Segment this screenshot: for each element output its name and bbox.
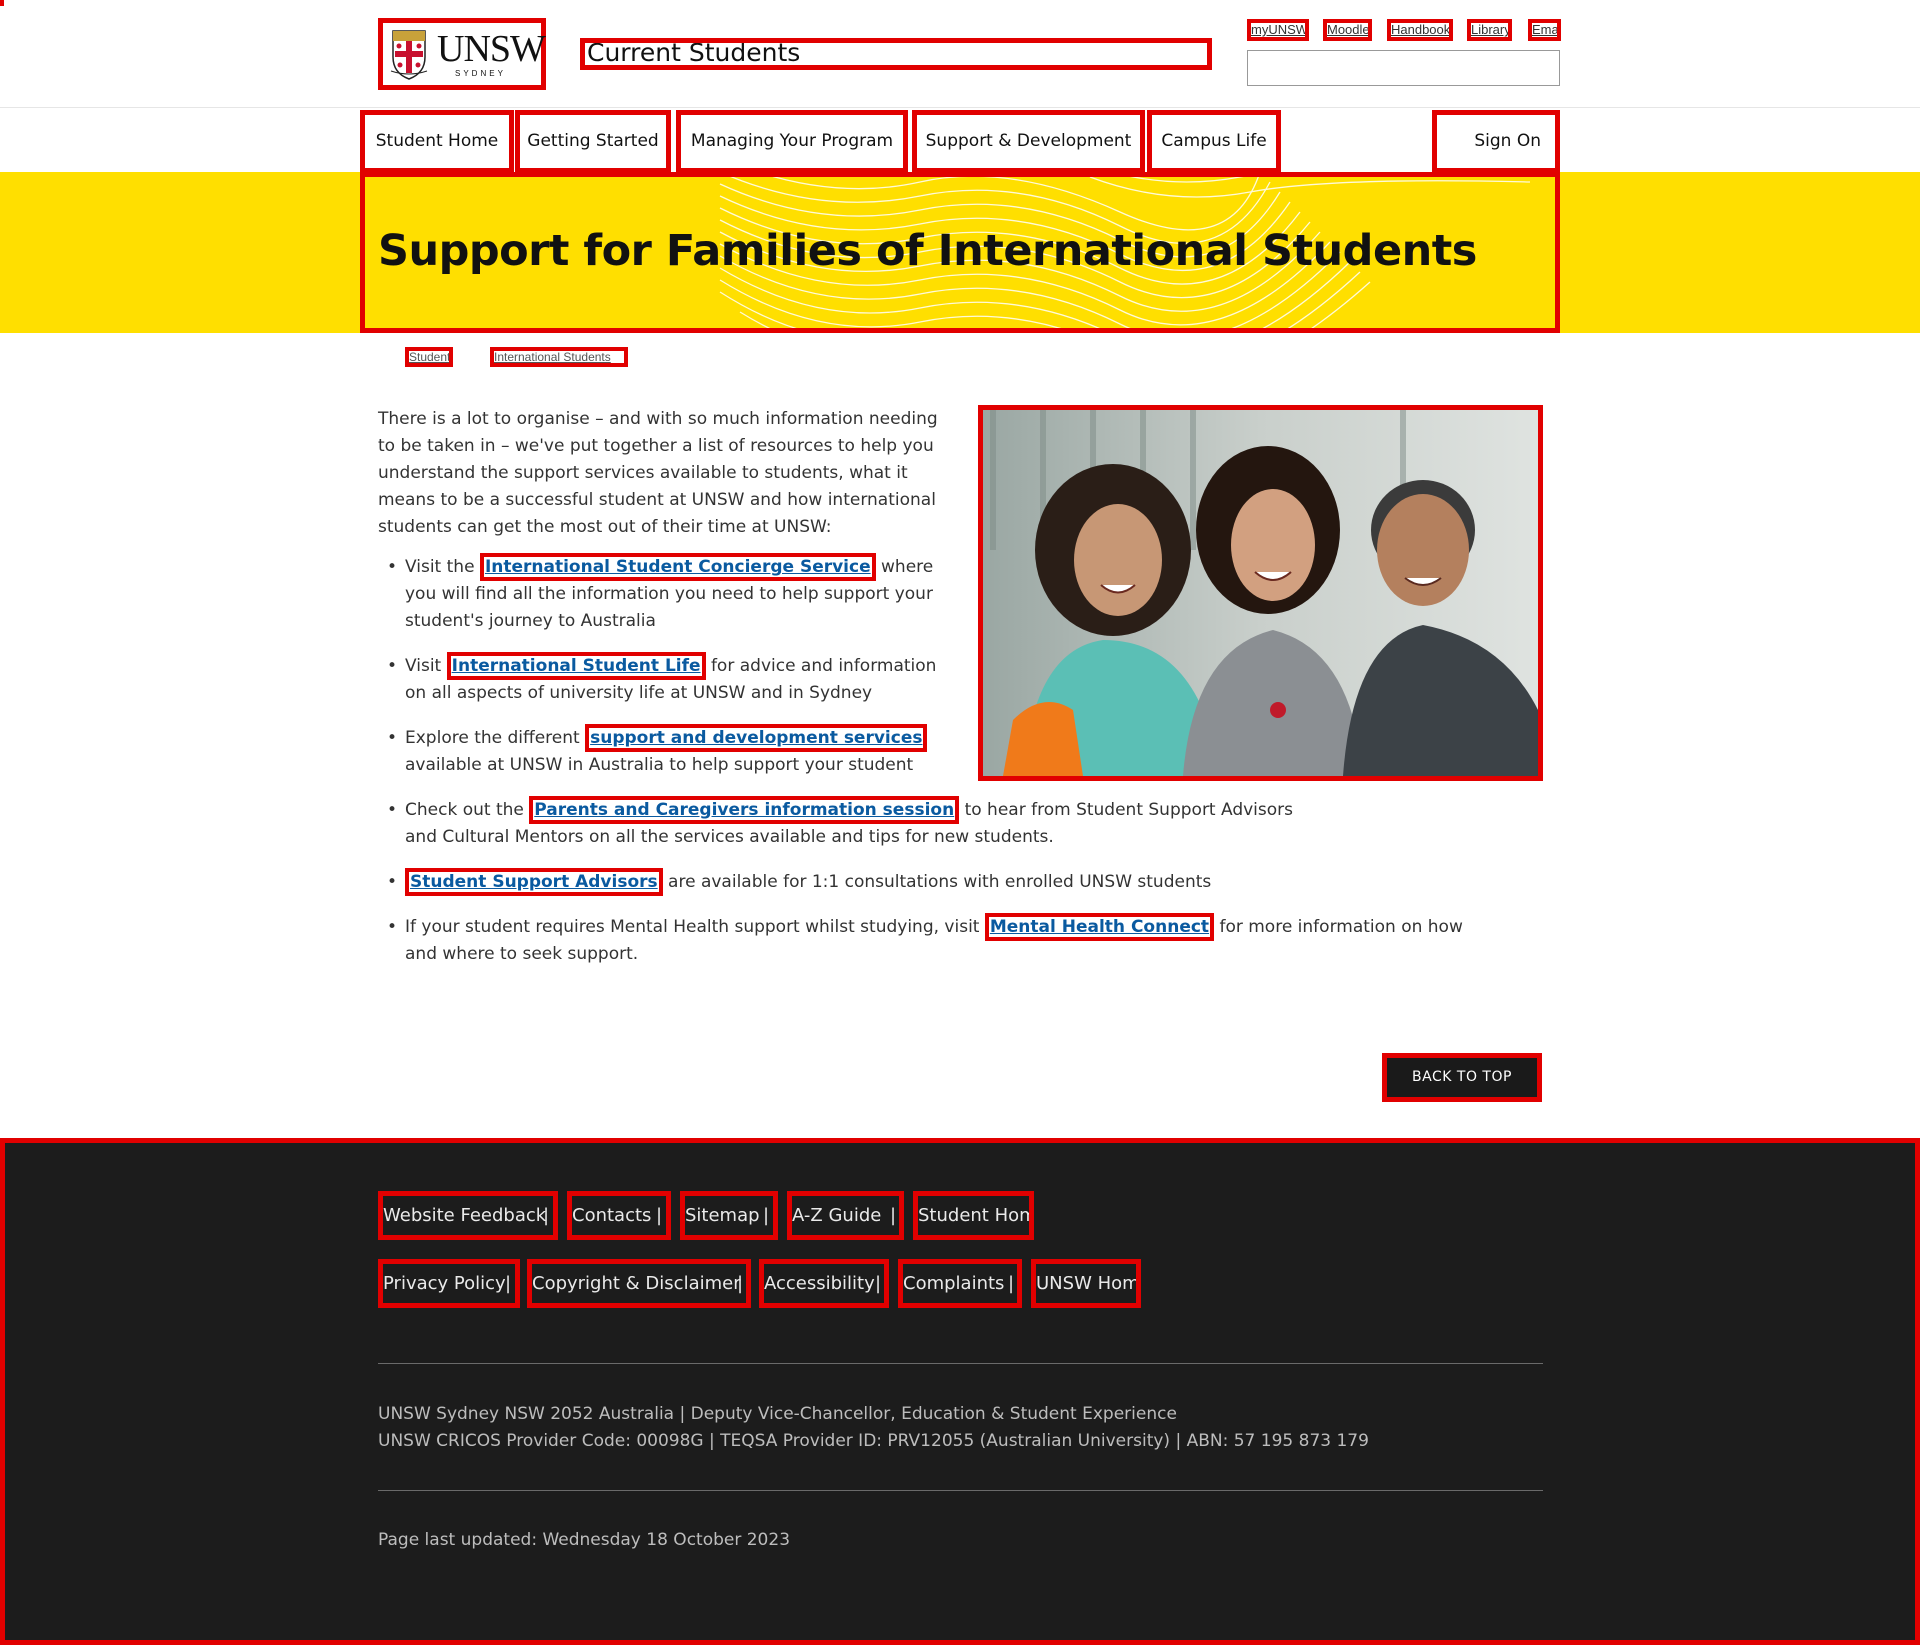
nav-support-development[interactable]: Support & Development xyxy=(912,110,1145,173)
footer-link-label: Privacy Policy xyxy=(383,1273,506,1294)
nav-managing-your-program[interactable]: Managing Your Program xyxy=(676,110,908,173)
footer-link-label: Accessibility xyxy=(764,1273,875,1294)
footer-divider xyxy=(378,1490,1543,1491)
footer-link-label: Contacts xyxy=(572,1205,652,1226)
footer-separator: | xyxy=(543,1205,550,1226)
footer-separator: | xyxy=(737,1273,744,1294)
link-parents-info-session[interactable]: Parents and Caregivers information sessi… xyxy=(529,796,960,824)
search-input[interactable] xyxy=(1247,50,1560,86)
sign-on-button[interactable]: Sign On xyxy=(1432,110,1560,173)
crest-icon xyxy=(389,27,429,81)
breadcrumb-international-students[interactable]: International Students xyxy=(490,347,628,367)
footer-separator: | xyxy=(1008,1273,1015,1294)
unsw-logo[interactable]: UNSW SYDNEY xyxy=(378,18,546,90)
footer-address: UNSW Sydney NSW 2052 Australia | Deputy … xyxy=(378,1404,1177,1424)
family-photo xyxy=(978,405,1543,781)
list-item-text: Visit xyxy=(405,656,447,676)
footer-link-complaints[interactable]: Complaints xyxy=(898,1259,1022,1308)
list-item-text: available at UNSW in Australia to help s… xyxy=(405,755,914,775)
nav-campus-life[interactable]: Campus Life xyxy=(1147,110,1281,173)
list-item-text: Check out the xyxy=(405,800,530,820)
footer-provider-codes: UNSW CRICOS Provider Code: 00098G | TEQS… xyxy=(378,1431,1369,1451)
footer-link-label: A-Z Guide xyxy=(792,1205,882,1226)
link-concierge-service[interactable]: International Student Concierge Service xyxy=(479,553,876,581)
footer-separator: | xyxy=(890,1205,897,1226)
footer-separator: | xyxy=(875,1273,882,1294)
last-updated: Page last updated: Wednesday 18 October … xyxy=(378,1530,791,1550)
list-item: Explore the different support and develo… xyxy=(378,724,958,779)
link-support-development-services[interactable]: support and development services xyxy=(585,724,928,752)
footer-link-website-feedback[interactable]: Website Feedback xyxy=(378,1191,558,1240)
link-international-student-life[interactable]: International Student Life xyxy=(446,652,706,680)
footer-link-label: UNSW Home xyxy=(1036,1273,1141,1294)
logo-text: UNSW SYDNEY xyxy=(437,28,546,78)
list-item-text: If your student requires Mental Health s… xyxy=(405,917,985,937)
footer-link-label: Student Home xyxy=(918,1205,1029,1226)
logo-sub: SYDNEY xyxy=(455,69,506,78)
list-item-text: Visit the xyxy=(405,557,480,577)
footer-separator: | xyxy=(656,1205,663,1226)
page-title: Support for Families of International St… xyxy=(378,226,1477,276)
list-item: Visit International Student Life for adv… xyxy=(378,652,958,707)
footer-link-unsw-home[interactable]: UNSW Home xyxy=(1031,1259,1141,1308)
util-link-moodle[interactable]: Moodle xyxy=(1323,19,1372,41)
corner-marker xyxy=(0,0,4,6)
footer-link-accessibility[interactable]: Accessibility xyxy=(759,1259,889,1308)
footer-separator: | xyxy=(505,1273,512,1294)
util-link-myunsw[interactable]: myUNSW xyxy=(1247,19,1309,41)
list-item: Student Support Advisors are available f… xyxy=(378,868,1538,896)
footer-link-label: Complaints xyxy=(903,1273,1005,1294)
link-mental-health-connect[interactable]: Mental Health Connect xyxy=(984,913,1215,941)
back-to-top-button[interactable]: BACK TO TOP xyxy=(1382,1053,1542,1102)
breadcrumb-student[interactable]: Student xyxy=(405,347,453,367)
footer-link-az-guide[interactable]: A-Z Guide xyxy=(787,1191,904,1240)
nav-getting-started[interactable]: Getting Started xyxy=(515,110,671,173)
list-item-text: are available for 1:1 consultations with… xyxy=(662,872,1212,892)
site-title[interactable]: Current Students xyxy=(580,38,1212,70)
nav-student-home[interactable]: Student Home xyxy=(360,110,514,173)
util-link-library[interactable]: Library xyxy=(1467,19,1512,41)
page: UNSW SYDNEY Current Students myUNSW Mood… xyxy=(0,0,1920,1645)
list-item: If your student requires Mental Health s… xyxy=(378,913,1498,968)
util-link-email[interactable]: Email xyxy=(1528,19,1561,41)
footer-link-student-home[interactable]: Student Home xyxy=(913,1191,1034,1240)
footer-link-privacy-policy[interactable]: Privacy Policy xyxy=(378,1259,520,1308)
footer-divider xyxy=(378,1363,1543,1364)
footer-separator: | xyxy=(763,1205,770,1226)
list-item-text: Explore the different xyxy=(405,728,586,748)
link-student-support-advisors[interactable]: Student Support Advisors xyxy=(405,868,663,896)
list-item: Check out the Parents and Caregivers inf… xyxy=(378,796,1308,851)
logo-word: UNSW xyxy=(437,28,546,70)
footer-link-copyright[interactable]: Copyright & Disclaimer xyxy=(527,1259,751,1308)
nav-divider xyxy=(0,107,1920,108)
intro-paragraph: There is a lot to organise – and with so… xyxy=(378,409,938,537)
footer-link-label: Sitemap xyxy=(685,1205,760,1226)
footer-link-label: Copyright & Disclaimer xyxy=(532,1273,741,1294)
list-item: Visit the International Student Concierg… xyxy=(378,553,958,635)
footer-link-label: Website Feedback xyxy=(383,1205,547,1226)
util-link-handbook[interactable]: Handbook xyxy=(1387,19,1453,41)
